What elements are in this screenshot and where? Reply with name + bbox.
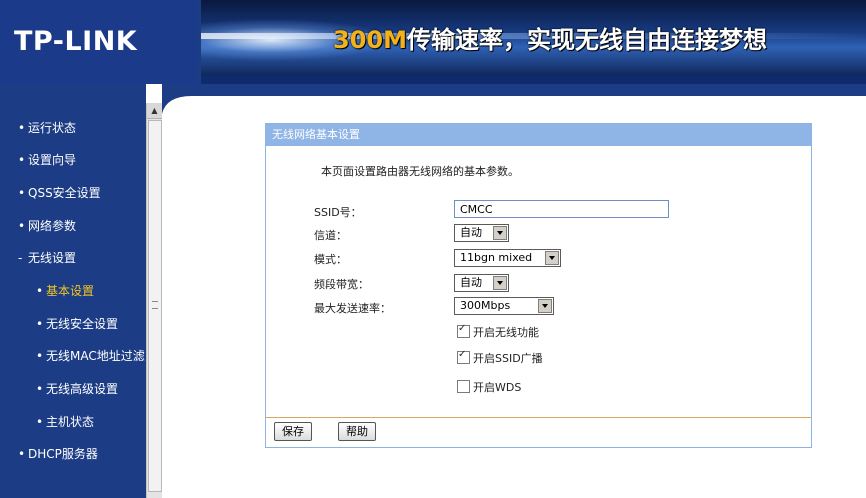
sidebar-item-label: 无线安全设置 [46,317,119,331]
help-button[interactable]: 帮助 [338,422,376,441]
bullet-icon: • [36,284,44,298]
header-divider [201,76,866,84]
bullet-icon: • [36,349,44,363]
chevron-down-icon[interactable] [493,226,507,240]
collapse-icon: - [18,251,23,265]
bullet-icon: • [36,382,44,396]
sidebar-item-label: 无线MAC地址过滤 [46,349,145,363]
header: TP-LINK 300M传输速率，实现无线自由连接梦想 [0,0,866,84]
enable-ssid-broadcast-checkbox[interactable] [457,349,470,364]
sidebar-item-dhcp[interactable]: • DHCP服务器 [0,442,164,466]
mode-label: 模式： [314,253,347,266]
logo-area: TP-LINK [0,0,197,84]
header-banner: 300M传输速率，实现无线自由连接梦想 [201,0,866,76]
panel-description: 本页面设置路由器无线网络的基本参数。 [321,165,519,178]
tp-link-logo: TP-LINK [14,26,138,57]
bullet-icon: • [36,317,44,331]
bullet-icon: • [18,219,26,233]
sidebar-item-wireless[interactable]: - 无线设置 [0,246,164,270]
bullet-icon: • [18,447,26,461]
max-rate-label: 最大发送速率： [314,302,391,315]
enable-ssid-broadcast-row[interactable]: 开启SSID广播 [457,349,543,366]
sidebar-scrollbar[interactable]: ▲ [146,103,162,498]
header-slogan: 300M传输速率，实现无线自由连接梦想 [333,20,767,55]
enable-ssid-broadcast-label: 开启SSID广播 [473,352,543,365]
sidebar: • 运行状态 • 设置向导 • QSS安全设置 • 网络参数 - 无线设置 • 基本设置 •… [0,84,146,498]
wireless-basic-settings-panel: 无线网络基本设置 本页面设置路由器无线网络的基本参数。 SSID号： 信道： 自… [265,123,812,448]
sidebar-item-network[interactable]: • 网络参数 [0,214,164,238]
max-rate-select[interactable]: 300Mbps [454,297,554,315]
bandwidth-select[interactable]: 自动 [454,274,509,292]
bandwidth-value: 自动 [460,276,482,289]
chevron-down-icon[interactable] [538,299,552,313]
sidebar-item-qss[interactable]: • QSS安全设置 [0,181,164,205]
sidebar-item-label: 基本设置 [46,284,95,298]
slogan-accent: 300M [333,26,407,54]
save-button[interactable]: 保存 [274,422,312,441]
bandwidth-label: 频段带宽： [314,278,369,291]
panel-title: 无线网络基本设置 [266,124,811,146]
slogan-text: 传输速率，实现无线自由连接梦想 [406,26,767,54]
enable-wireless-row[interactable]: 开启无线功能 [457,323,539,340]
sidebar-item-label: 运行状态 [28,121,77,135]
mode-select[interactable]: 11bgn mixed [454,249,561,267]
sidebar-item-label: 无线设置 [28,251,77,265]
channel-label: 信道： [314,229,347,242]
max-rate-value: 300Mbps [460,299,511,312]
sidebar-item-label: 无线高级设置 [46,382,119,396]
content-curve-decoration [162,84,866,124]
sidebar-item-label: 主机状态 [46,415,95,429]
enable-wireless-checkbox[interactable] [457,323,470,338]
bullet-icon: • [18,153,26,167]
scroll-up-arrow-icon[interactable]: ▲ [147,103,162,119]
channel-value: 自动 [460,226,482,239]
enable-wds-label: 开启WDS [473,381,522,394]
mode-value: 11bgn mixed [460,251,533,264]
scroll-thumb[interactable] [148,120,162,492]
channel-select[interactable]: 自动 [454,224,509,242]
enable-wds-checkbox[interactable] [457,380,470,393]
sidebar-item-label: DHCP服务器 [28,447,98,461]
chevron-down-icon[interactable] [493,276,507,290]
ssid-input[interactable] [454,200,669,218]
scroll-grip-icon [152,301,158,309]
sidebar-item-label: 网络参数 [28,219,77,233]
bullet-icon: • [18,186,26,200]
sidebar-item-wizard[interactable]: • 设置向导 [0,148,164,172]
enable-wds-row[interactable]: 开启WDS [457,379,521,395]
sidebar-item-status[interactable]: • 运行状态 [0,116,164,140]
sidebar-item-label: QSS安全设置 [28,186,101,200]
chevron-down-icon[interactable] [545,251,559,265]
bullet-icon: • [36,415,44,429]
bullet-icon: • [18,121,26,135]
sidebar-item-label: 设置向导 [28,153,77,167]
ssid-label: SSID号： [314,206,362,219]
enable-wireless-label: 开启无线功能 [473,326,539,339]
